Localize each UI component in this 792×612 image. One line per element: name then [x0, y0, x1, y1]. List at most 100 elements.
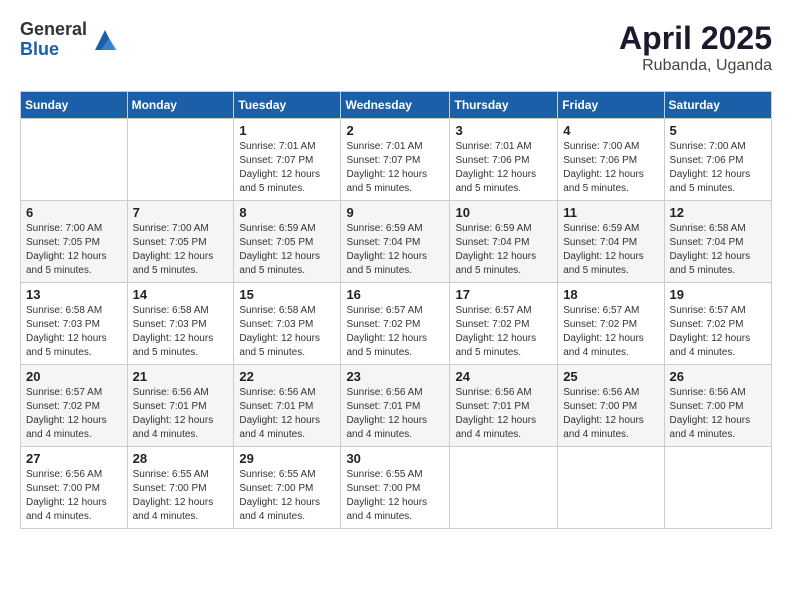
calendar-week-3: 13 Sunrise: 6:58 AM Sunset: 7:03 PM Dayli…: [21, 283, 772, 365]
day-info: Sunrise: 7:00 AM Sunset: 7:05 PM Dayligh…: [26, 222, 122, 278]
day-info: Sunrise: 6:57 AM Sunset: 7:02 PM Dayligh…: [346, 304, 444, 360]
day-number: 29: [239, 451, 335, 466]
day-number: 4: [563, 123, 658, 138]
calendar-cell: 9 Sunrise: 6:59 AM Sunset: 7:04 PM Daylig…: [341, 201, 450, 283]
calendar-cell: 10Sunrise: 6:59 AM Sunset: 7:04 PM Dayli…: [450, 201, 558, 283]
calendar-week-1: 1Sunrise: 7:01 AM Sunset: 7:07 PM Daylig…: [21, 119, 772, 201]
calendar-cell: 4 Sunrise: 7:00 AM Sunset: 7:06 PM Daylig…: [558, 119, 664, 201]
calendar-cell: [21, 119, 128, 201]
day-info: Sunrise: 6:56 AM Sunset: 7:01 PM Dayligh…: [133, 386, 229, 442]
day-number: 6: [26, 205, 122, 220]
day-number: 15: [239, 287, 335, 302]
day-info: Sunrise: 7:01 AM Sunset: 7:06 PM Dayligh…: [455, 140, 552, 196]
day-info: Sunrise: 6:56 AM Sunset: 7:01 PM Dayligh…: [455, 386, 552, 442]
day-info: Sunrise: 7:00 AM Sunset: 7:06 PM Dayligh…: [563, 140, 658, 196]
day-info: Sunrise: 6:59 AM Sunset: 7:04 PM Dayligh…: [346, 222, 444, 278]
calendar-week-4: 20 Sunrise: 6:57 AM Sunset: 7:02 PM Dayli…: [21, 365, 772, 447]
day-info: Sunrise: 6:59 AM Sunset: 7:04 PM Dayligh…: [563, 222, 658, 278]
day-info: Sunrise: 6:58 AM Sunset: 7:03 PM Dayligh…: [133, 304, 229, 360]
day-number: 23: [346, 369, 444, 384]
calendar-header-tuesday: Tuesday: [234, 92, 341, 119]
calendar-cell: 17 Sunrise: 6:57 AM Sunset: 7:02 PM Dayli…: [450, 283, 558, 365]
day-info: Sunrise: 7:01 AM Sunset: 7:07 PM Dayligh…: [239, 140, 335, 196]
day-info: Sunrise: 7:00 AM Sunset: 7:05 PM Dayligh…: [133, 222, 229, 278]
day-number: 13: [26, 287, 122, 302]
day-number: 8: [239, 205, 335, 220]
logo-icon: [91, 26, 119, 54]
day-info: Sunrise: 6:55 AM Sunset: 7:00 PM Dayligh…: [133, 468, 229, 524]
calendar-cell: 13 Sunrise: 6:58 AM Sunset: 7:03 PM Dayli…: [21, 283, 128, 365]
day-number: 25: [563, 369, 658, 384]
calendar-cell: 26 Sunrise: 6:56 AM Sunset: 7:00 PM Dayli…: [664, 365, 771, 447]
calendar-cell: 11 Sunrise: 6:59 AM Sunset: 7:04 PM Dayli…: [558, 201, 664, 283]
calendar-cell: 15Sunrise: 6:58 AM Sunset: 7:03 PM Dayli…: [234, 283, 341, 365]
calendar-header-sunday: Sunday: [21, 92, 128, 119]
calendar-cell: 1Sunrise: 7:01 AM Sunset: 7:07 PM Daylig…: [234, 119, 341, 201]
day-info: Sunrise: 6:55 AM Sunset: 7:00 PM Dayligh…: [346, 468, 444, 524]
calendar-cell: 28 Sunrise: 6:55 AM Sunset: 7:00 PM Dayli…: [127, 447, 234, 529]
day-number: 21: [133, 369, 229, 384]
day-number: 18: [563, 287, 658, 302]
day-info: Sunrise: 6:56 AM Sunset: 7:01 PM Dayligh…: [239, 386, 335, 442]
day-number: 14: [133, 287, 229, 302]
page-header: General Blue April 2025 Rubanda, Uganda: [20, 20, 772, 75]
calendar-cell: 23Sunrise: 6:56 AM Sunset: 7:01 PM Dayli…: [341, 365, 450, 447]
day-number: 28: [133, 451, 229, 466]
day-info: Sunrise: 6:56 AM Sunset: 7:00 PM Dayligh…: [26, 468, 122, 524]
calendar-cell: 24Sunrise: 6:56 AM Sunset: 7:01 PM Dayli…: [450, 365, 558, 447]
logo: General Blue: [20, 20, 119, 60]
day-info: Sunrise: 7:01 AM Sunset: 7:07 PM Dayligh…: [346, 140, 444, 196]
day-number: 20: [26, 369, 122, 384]
day-info: Sunrise: 6:59 AM Sunset: 7:05 PM Dayligh…: [239, 222, 335, 278]
calendar-header-thursday: Thursday: [450, 92, 558, 119]
calendar-cell: 8 Sunrise: 6:59 AM Sunset: 7:05 PM Daylig…: [234, 201, 341, 283]
logo-blue-text: Blue: [20, 40, 87, 60]
calendar-cell: 21 Sunrise: 6:56 AM Sunset: 7:01 PM Dayli…: [127, 365, 234, 447]
calendar-cell: 25 Sunrise: 6:56 AM Sunset: 7:00 PM Dayli…: [558, 365, 664, 447]
location: Rubanda, Uganda: [619, 57, 772, 75]
calendar-week-5: 27 Sunrise: 6:56 AM Sunset: 7:00 PM Dayli…: [21, 447, 772, 529]
calendar-header-row: SundayMondayTuesdayWednesdayThursdayFrid…: [21, 92, 772, 119]
day-info: Sunrise: 6:57 AM Sunset: 7:02 PM Dayligh…: [670, 304, 766, 360]
calendar-cell: 19Sunrise: 6:57 AM Sunset: 7:02 PM Dayli…: [664, 283, 771, 365]
day-number: 12: [670, 205, 766, 220]
day-number: 30: [346, 451, 444, 466]
day-number: 22: [239, 369, 335, 384]
day-number: 3: [455, 123, 552, 138]
calendar-cell: 7 Sunrise: 7:00 AM Sunset: 7:05 PM Daylig…: [127, 201, 234, 283]
calendar-cell: 16 Sunrise: 6:57 AM Sunset: 7:02 PM Dayli…: [341, 283, 450, 365]
calendar-cell: 3 Sunrise: 7:01 AM Sunset: 7:06 PM Daylig…: [450, 119, 558, 201]
calendar-header-wednesday: Wednesday: [341, 92, 450, 119]
calendar-cell: 30 Sunrise: 6:55 AM Sunset: 7:00 PM Dayli…: [341, 447, 450, 529]
day-number: 27: [26, 451, 122, 466]
day-number: 17: [455, 287, 552, 302]
calendar-header-friday: Friday: [558, 92, 664, 119]
day-info: Sunrise: 6:56 AM Sunset: 7:00 PM Dayligh…: [563, 386, 658, 442]
calendar-cell: [664, 447, 771, 529]
calendar-table: SundayMondayTuesdayWednesdayThursdayFrid…: [20, 91, 772, 529]
calendar-cell: [450, 447, 558, 529]
calendar-cell: 27 Sunrise: 6:56 AM Sunset: 7:00 PM Dayli…: [21, 447, 128, 529]
logo-general-text: General: [20, 20, 87, 40]
day-info: Sunrise: 6:55 AM Sunset: 7:00 PM Dayligh…: [239, 468, 335, 524]
day-number: 2: [346, 123, 444, 138]
calendar-cell: 12Sunrise: 6:58 AM Sunset: 7:04 PM Dayli…: [664, 201, 771, 283]
day-info: Sunrise: 6:57 AM Sunset: 7:02 PM Dayligh…: [563, 304, 658, 360]
day-number: 5: [670, 123, 766, 138]
calendar-header-monday: Monday: [127, 92, 234, 119]
day-number: 11: [563, 205, 658, 220]
day-number: 9: [346, 205, 444, 220]
calendar-week-2: 6 Sunrise: 7:00 AM Sunset: 7:05 PM Daylig…: [21, 201, 772, 283]
day-info: Sunrise: 6:57 AM Sunset: 7:02 PM Dayligh…: [455, 304, 552, 360]
day-info: Sunrise: 6:57 AM Sunset: 7:02 PM Dayligh…: [26, 386, 122, 442]
calendar-cell: [558, 447, 664, 529]
day-number: 26: [670, 369, 766, 384]
day-number: 16: [346, 287, 444, 302]
day-number: 7: [133, 205, 229, 220]
day-info: Sunrise: 6:56 AM Sunset: 7:00 PM Dayligh…: [670, 386, 766, 442]
day-info: Sunrise: 6:58 AM Sunset: 7:03 PM Dayligh…: [26, 304, 122, 360]
calendar-cell: 22 Sunrise: 6:56 AM Sunset: 7:01 PM Dayli…: [234, 365, 341, 447]
calendar-cell: 5Sunrise: 7:00 AM Sunset: 7:06 PM Daylig…: [664, 119, 771, 201]
day-number: 10: [455, 205, 552, 220]
title-block: April 2025 Rubanda, Uganda: [619, 20, 772, 75]
